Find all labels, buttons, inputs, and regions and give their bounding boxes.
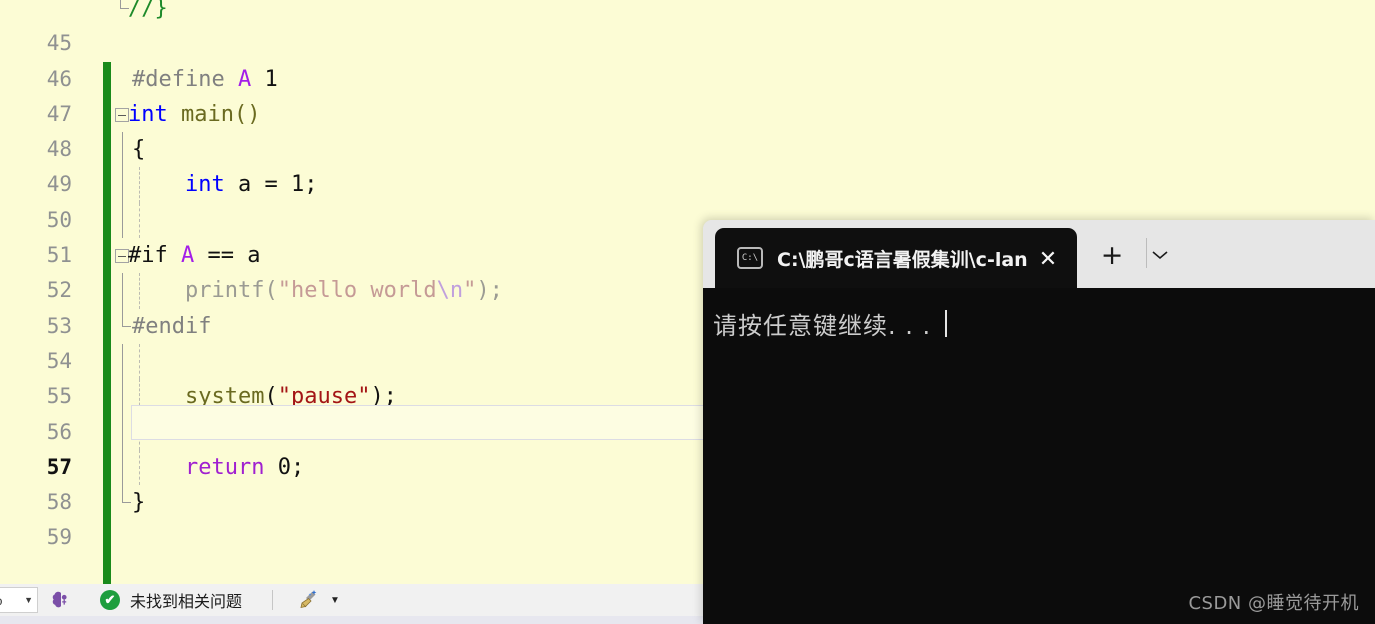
code-text: } bbox=[132, 490, 146, 516]
code-text: printf("hello world\n"); bbox=[132, 278, 503, 304]
change-bar bbox=[103, 555, 111, 584]
close-icon[interactable]: ✕ bbox=[1035, 246, 1061, 272]
code-text: int a = 1; bbox=[184, 172, 318, 198]
issues-status-text: 未找到相关问题 bbox=[130, 592, 243, 611]
console-icon: C:\ bbox=[737, 247, 763, 269]
check-icon: ✔ bbox=[100, 590, 120, 610]
code-text: int main() bbox=[128, 101, 261, 127]
fold-toggle-icon[interactable] bbox=[115, 107, 129, 122]
fold-guide bbox=[122, 485, 131, 504]
watermark-text: CSDN @睡觉待开机 bbox=[1188, 593, 1359, 614]
console-icon-label: C:\ bbox=[741, 253, 759, 263]
terminal-tab-active[interactable]: C:\ C:\鹏哥c语言暑假集训\c-langu ✕ bbox=[715, 228, 1077, 288]
terminal-output-line: 请按任意键继续. . . bbox=[713, 306, 1375, 341]
indent-guide bbox=[139, 414, 140, 450]
code-text: #endif bbox=[132, 313, 212, 339]
indent-guide bbox=[122, 132, 123, 168]
code-cleanup-control[interactable]: ▼ bbox=[297, 588, 340, 612]
status-divider bbox=[272, 590, 274, 610]
indent-guide bbox=[122, 414, 123, 450]
zoom-level-combobox[interactable]: % ▼ bbox=[0, 587, 38, 613]
screen-root: 45 //} 46 47 #define A 1 48 int main() 4… bbox=[0, 0, 1375, 624]
fold-guide bbox=[122, 308, 131, 327]
indent-guide bbox=[122, 167, 123, 203]
chevron-down-icon: ▼ bbox=[24, 595, 33, 605]
code-line[interactable]: 50 int a = 1; bbox=[0, 167, 1375, 274]
indent-guide bbox=[122, 273, 123, 309]
indent-guide bbox=[122, 202, 123, 239]
code-text: return 0; bbox=[184, 454, 305, 480]
terminal-tab-title: C:\鹏哥c语言暑假集训\c-langu bbox=[777, 248, 1027, 271]
chevron-down-icon[interactable] bbox=[1140, 240, 1180, 270]
terminal-window[interactable]: C:\ C:\鹏哥c语言暑假集训\c-langu ✕ + 请按任意键继续. . … bbox=[703, 220, 1375, 624]
terminal-output-area[interactable]: 请按任意键继续. . . CSDN @睡觉待开机 bbox=[703, 288, 1375, 624]
indent-guide bbox=[122, 343, 123, 380]
brain-icon[interactable] bbox=[48, 587, 74, 613]
fold-toggle-icon[interactable] bbox=[115, 249, 129, 264]
code-line[interactable]: 45 //} bbox=[0, 0, 1375, 97]
code-text: #if A == a bbox=[128, 243, 261, 269]
code-line[interactable]: 47 #define A 1 bbox=[0, 62, 1375, 168]
code-text: //} bbox=[128, 0, 168, 21]
code-text: #define A 1 bbox=[132, 66, 278, 92]
terminal-cursor bbox=[945, 310, 948, 337]
terminal-output-text: 请按任意键继续. . . bbox=[713, 312, 932, 340]
new-tab-icon[interactable]: + bbox=[1095, 238, 1129, 272]
code-text: { bbox=[132, 137, 146, 163]
indent-guide bbox=[122, 449, 123, 486]
indent-guide bbox=[122, 379, 123, 415]
indent-guide bbox=[139, 202, 140, 239]
zoom-level-value: % bbox=[0, 592, 2, 609]
broom-caret-icon: ▼ bbox=[330, 594, 340, 606]
indent-guide bbox=[139, 343, 140, 380]
line-number: 59 bbox=[46, 525, 72, 550]
code-line[interactable]: 46 bbox=[0, 26, 1375, 133]
broom-icon bbox=[300, 590, 317, 609]
code-line[interactable]: 48 int main() bbox=[0, 97, 1375, 203]
terminal-titlebar[interactable]: C:\ C:\鹏哥c语言暑假集训\c-langu ✕ + bbox=[703, 220, 1375, 288]
code-text: system("pause"); bbox=[184, 384, 397, 410]
check-mark: ✔ bbox=[104, 592, 116, 607]
code-line[interactable]: 49 { bbox=[0, 132, 1375, 239]
